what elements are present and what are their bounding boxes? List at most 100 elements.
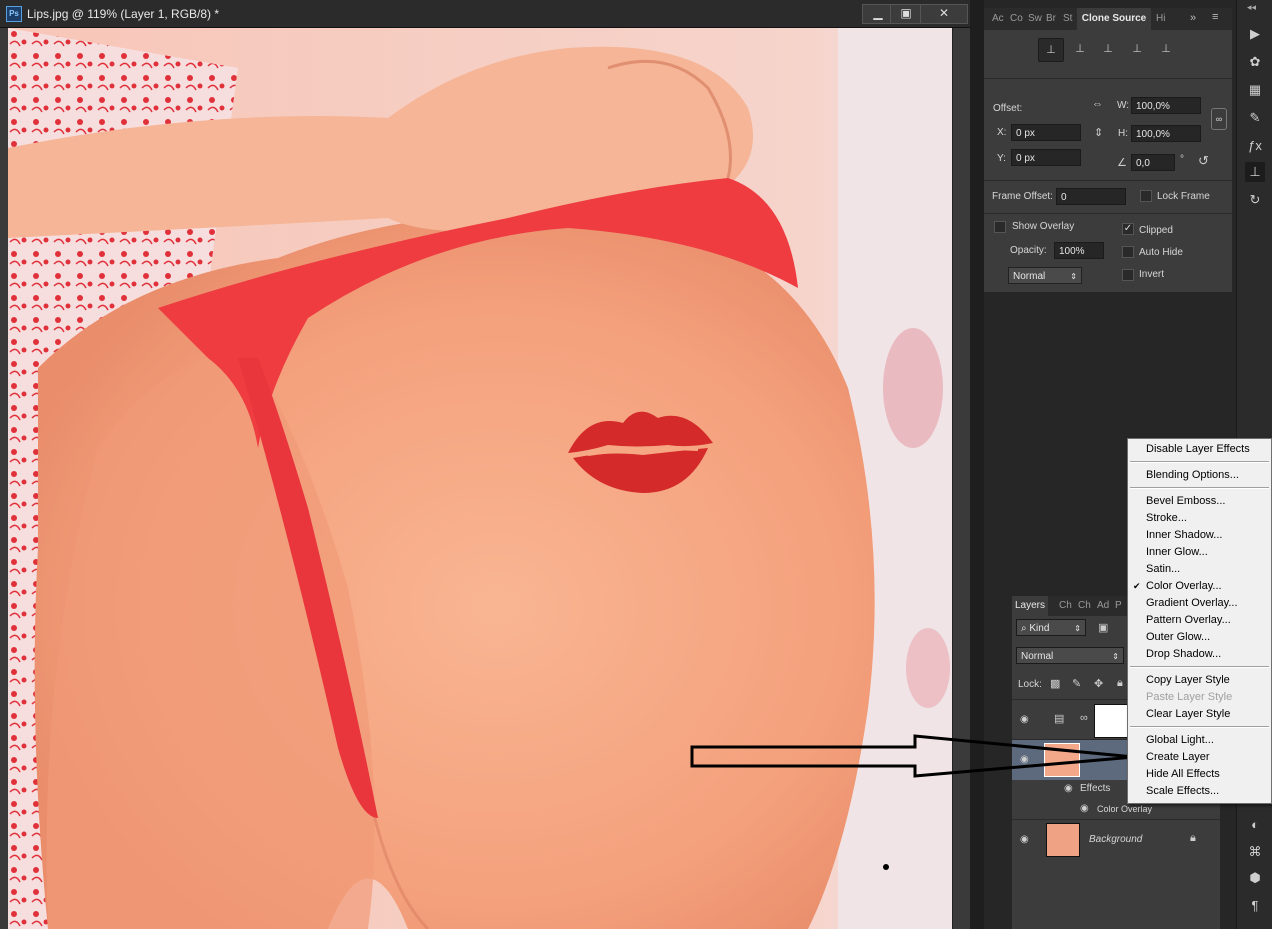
tab-styles[interactable]: St [1061, 8, 1074, 30]
angle-field[interactable]: 0,0 [1131, 154, 1175, 171]
menu-item-pattern-overlay[interactable]: Pattern Overlay... [1128, 612, 1271, 629]
tab-swatches[interactable]: Sw [1026, 8, 1044, 30]
menu-item-label: Drop Shadow... [1146, 648, 1222, 660]
menu-item-label: Satin... [1146, 563, 1181, 575]
overlay-blend-select[interactable]: Normal ⇕ [1008, 267, 1082, 284]
maximize-icon: ▣ [900, 6, 912, 20]
tab-color[interactable]: Co [1008, 8, 1025, 30]
clone-source-icon[interactable]: ⊥ [1245, 162, 1265, 182]
stamp-icon: ⊥ [1075, 43, 1085, 55]
menu-item-global-light[interactable]: Global Light... [1128, 732, 1271, 749]
paths-icon[interactable]: ⌘ [1245, 842, 1265, 862]
document-window: Ps Lips.jpg @ 119% (Layer 1, RGB/8) * ▁ … [0, 0, 971, 929]
clone-source-5-button[interactable]: ⊥ [1154, 38, 1178, 60]
menu-item-copy-layer-style[interactable]: Copy Layer Style [1128, 672, 1271, 689]
chain-link-icon: ∞ [1080, 712, 1088, 724]
clone-source-1-button[interactable]: ⊥ [1038, 38, 1064, 62]
eye-icon[interactable]: ◉ [1080, 803, 1094, 814]
tab-adjustments[interactable]: Ad [1094, 596, 1112, 616]
menu-item-create-layer[interactable]: Create Layer [1128, 749, 1271, 766]
frame-offset-field[interactable]: 0 [1056, 188, 1126, 205]
menu-item-stroke[interactable]: Stroke... [1128, 510, 1271, 527]
menu-item-disable-layer-effects[interactable]: Disable Layer Effects [1128, 441, 1271, 458]
offset-x-field[interactable]: 0 px [1011, 124, 1081, 141]
menu-item-satin[interactable]: Satin... [1128, 561, 1271, 578]
eye-icon[interactable]: ◉ [1020, 834, 1034, 845]
menu-item-hide-all-effects[interactable]: Hide All Effects [1128, 766, 1271, 783]
menu-item-drop-shadow[interactable]: Drop Shadow... [1128, 646, 1271, 663]
expand-panel-icon[interactable]: » [1190, 12, 1196, 24]
flip-horizontal-icon[interactable]: ⇔ [1092, 98, 1103, 110]
menu-item-label: Pattern Overlay... [1146, 614, 1231, 626]
menu-item-label: Hide All Effects [1146, 768, 1220, 780]
tab-history[interactable]: Hi [1154, 8, 1167, 30]
blend-mode-select[interactable]: Normal ⇕ [1016, 647, 1124, 664]
play-icon[interactable]: ▶ [1245, 24, 1265, 44]
lock-move-icon[interactable]: ✥ [1094, 677, 1103, 690]
vertical-scrollbar[interactable] [952, 28, 971, 929]
auto-hide-checkbox[interactable] [1122, 246, 1134, 258]
eye-icon[interactable]: ◉ [1064, 783, 1078, 794]
offset-y-field[interactable]: 0 px [1011, 149, 1081, 166]
menu-item-blending-options[interactable]: Blending Options... [1128, 467, 1271, 484]
tab-clone-source[interactable]: Clone Source [1077, 8, 1151, 30]
menu-item-label: Gradient Overlay... [1146, 597, 1238, 609]
menu-item-gradient-overlay[interactable]: Gradient Overlay... [1128, 595, 1271, 612]
tab-channels[interactable]: Ch [1056, 596, 1075, 616]
link-icon[interactable]: ∞ [1211, 108, 1227, 130]
adjustment-icon[interactable]: ◐ [1245, 815, 1265, 835]
width-field[interactable]: 100,0% [1131, 97, 1201, 114]
height-field[interactable]: 100,0% [1131, 125, 1201, 142]
show-overlay-checkbox[interactable] [994, 221, 1006, 233]
brush-icon[interactable]: ✎ [1245, 108, 1265, 128]
menu-item-color-overlay[interactable]: ✔ Color Overlay... [1128, 578, 1271, 595]
overlay-blend-value: Normal [1013, 271, 1046, 282]
lock-frame-label: Lock Frame [1157, 191, 1210, 202]
menu-item-paste-layer-style[interactable]: Paste Layer Style [1128, 689, 1271, 706]
tab-layers[interactable]: Layers [1012, 596, 1049, 616]
lock-all-icon[interactable]: 🔒︎ [1117, 677, 1123, 690]
palette-icon[interactable]: ✿ [1245, 52, 1265, 72]
history-icon[interactable]: ↻ [1245, 190, 1265, 210]
tab-brushes[interactable]: Br [1044, 8, 1058, 30]
menu-item-label: Create Layer [1146, 751, 1210, 763]
invert-checkbox[interactable] [1122, 269, 1134, 281]
tab-paths[interactable]: P [1112, 596, 1125, 616]
lock-brush-icon[interactable]: ✎ [1072, 677, 1081, 690]
clone-source-2-button[interactable]: ⊥ [1068, 38, 1092, 60]
menu-item-outer-glow[interactable]: Outer Glow... [1128, 629, 1271, 646]
clone-source-3-button[interactable]: ⊥ [1096, 38, 1120, 60]
tab-actions[interactable]: Ac [990, 8, 1006, 30]
menu-item-scale-effects[interactable]: Scale Effects... [1128, 783, 1271, 800]
panel-menu-icon[interactable]: ≡ [1212, 11, 1218, 23]
flip-vertical-icon[interactable]: ⇕ [1094, 126, 1103, 139]
fx-icon[interactable]: ƒx [1245, 136, 1265, 156]
image-canvas[interactable] [8, 28, 952, 929]
opacity-field[interactable]: 100% [1054, 242, 1104, 259]
layer-row-background[interactable]: ◉ Background 🔒︎ [1012, 819, 1220, 860]
filter-image-icon[interactable]: ▣ [1098, 621, 1108, 634]
document-title-bar[interactable]: Ps Lips.jpg @ 119% (Layer 1, RGB/8) * ▁ … [0, 0, 970, 28]
lock-transparent-icon[interactable]: ▩ [1050, 677, 1060, 690]
clone-source-4-button[interactable]: ⊥ [1125, 38, 1149, 60]
angle-icon: ∠ [1117, 157, 1127, 169]
reset-transform-icon[interactable]: ↺ [1198, 153, 1209, 169]
menu-item-clear-layer-style[interactable]: Clear Layer Style [1128, 706, 1271, 723]
3d-icon[interactable]: ⬢ [1245, 868, 1265, 888]
menu-item-inner-shadow[interactable]: Inner Shadow... [1128, 527, 1271, 544]
eye-icon[interactable]: ◉ [1020, 714, 1034, 725]
clipped-checkbox[interactable]: ✓ [1122, 223, 1134, 235]
kind-filter-select[interactable]: ⌕ Kind ⇕ [1016, 619, 1086, 636]
menu-item-bevel-emboss[interactable]: Bevel Emboss... [1128, 493, 1271, 510]
lock-frame-checkbox[interactable] [1140, 190, 1152, 202]
stamp-icon: ⊥ [1046, 44, 1056, 56]
menu-item-label: Scale Effects... [1146, 785, 1220, 797]
paragraph-icon[interactable]: ¶ [1245, 896, 1265, 916]
close-button[interactable]: ✕ [920, 4, 968, 24]
maximize-button[interactable]: ▣ [890, 4, 922, 24]
collapse-dock-icon[interactable]: ◂◂ [1247, 2, 1256, 13]
tab-character[interactable]: Ch [1075, 596, 1094, 616]
grid-icon[interactable]: ▦ [1245, 80, 1265, 100]
blend-mode-value: Normal [1021, 651, 1054, 662]
menu-item-inner-glow[interactable]: Inner Glow... [1128, 544, 1271, 561]
